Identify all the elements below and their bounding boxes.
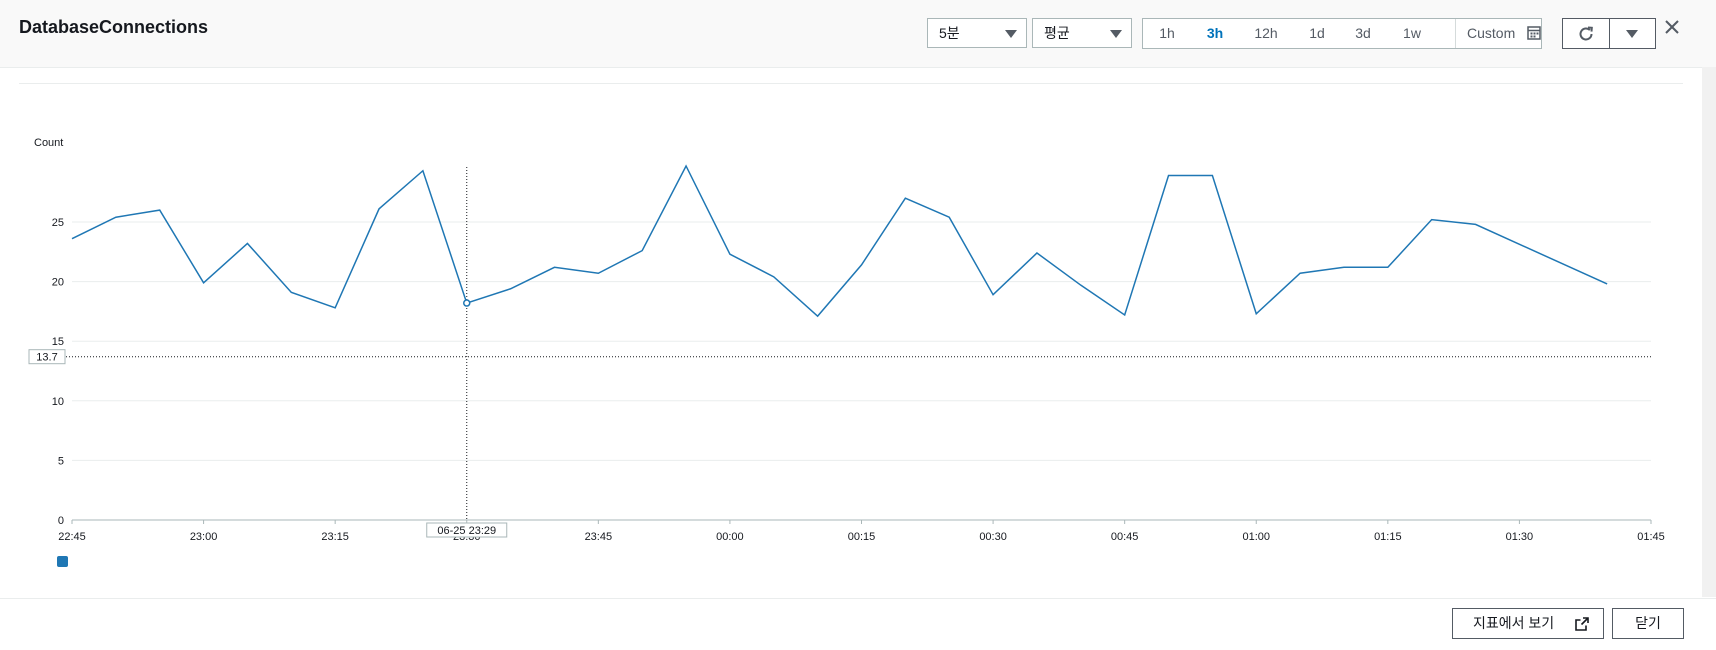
y-tick-label: 25 bbox=[52, 217, 64, 229]
data-point bbox=[641, 249, 644, 252]
x-tick-label: 01:30 bbox=[1506, 531, 1534, 543]
data-point bbox=[904, 197, 907, 200]
view-in-metrics-label: 지표에서 보기 bbox=[1473, 615, 1555, 631]
x-tick-label: 23:45 bbox=[585, 531, 613, 543]
data-point bbox=[509, 287, 512, 290]
data-point bbox=[1299, 272, 1302, 275]
x-tick-label: 01:00 bbox=[1242, 531, 1270, 543]
data-point bbox=[597, 272, 600, 275]
data-point bbox=[246, 242, 249, 245]
data-point bbox=[948, 216, 951, 219]
x-tick-label: 00:45 bbox=[1111, 531, 1139, 543]
data-point bbox=[816, 315, 819, 318]
data-point bbox=[114, 216, 117, 219]
data-point bbox=[728, 253, 731, 256]
y-tick-label: 15 bbox=[52, 336, 64, 348]
data-point bbox=[1167, 174, 1170, 177]
line-chart[interactable]: Count051015202522:4523:0023:1523:3023:45… bbox=[0, 0, 1700, 590]
x-tick-label: 00:15 bbox=[848, 531, 876, 543]
x-tick-label: 23:00 bbox=[190, 531, 218, 543]
x-tick-label: 22:45 bbox=[58, 531, 86, 543]
data-point bbox=[421, 169, 424, 172]
data-point bbox=[290, 291, 293, 294]
x-tick-label: 23:15 bbox=[321, 531, 349, 543]
data-point bbox=[377, 207, 380, 210]
x-tick-label: 01:15 bbox=[1374, 531, 1402, 543]
data-point bbox=[1123, 313, 1126, 316]
data-point bbox=[334, 306, 337, 309]
data-point bbox=[1430, 218, 1433, 221]
data-point bbox=[1035, 251, 1038, 254]
data-point bbox=[1474, 223, 1477, 226]
data-point bbox=[202, 281, 205, 284]
data-point bbox=[860, 263, 863, 266]
legend-swatch bbox=[57, 556, 68, 567]
x-tick-label: 01:45 bbox=[1637, 531, 1665, 543]
close-dialog-button[interactable]: 닫기 bbox=[1612, 608, 1684, 639]
data-point bbox=[1606, 282, 1609, 285]
hover-marker bbox=[463, 299, 471, 307]
external-link-icon bbox=[1575, 617, 1589, 631]
data-point bbox=[1211, 174, 1214, 177]
data-point bbox=[684, 164, 687, 167]
data-point bbox=[1255, 312, 1258, 315]
data-point bbox=[1079, 284, 1082, 287]
crosshair-x-label: 06-25 23:29 bbox=[437, 525, 496, 537]
data-point bbox=[1386, 266, 1389, 269]
y-tick-label: 5 bbox=[58, 455, 64, 467]
footer-divider bbox=[0, 598, 1716, 599]
data-point bbox=[158, 208, 161, 211]
series-line bbox=[71, 164, 1608, 318]
data-point bbox=[70, 237, 73, 240]
y-tick-label: 0 bbox=[58, 515, 64, 527]
data-point bbox=[1342, 266, 1345, 269]
y-tick-label: 20 bbox=[52, 277, 64, 289]
y-tick-label: 10 bbox=[52, 396, 64, 408]
scrollbar[interactable] bbox=[1702, 67, 1716, 597]
x-tick-label: 00:00 bbox=[716, 531, 744, 543]
data-point bbox=[553, 266, 556, 269]
y-axis-label: Count bbox=[34, 137, 63, 149]
data-point bbox=[991, 293, 994, 296]
view-in-metrics-button[interactable]: 지표에서 보기 bbox=[1452, 608, 1604, 639]
crosshair-y-label: 13.7 bbox=[36, 352, 57, 364]
data-point bbox=[772, 275, 775, 278]
x-tick-label: 00:30 bbox=[979, 531, 1007, 543]
